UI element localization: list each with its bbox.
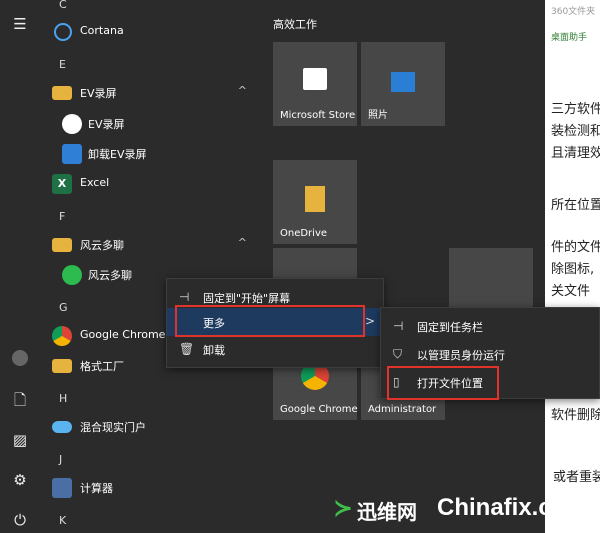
doc-line: 所在位置, — [551, 198, 600, 213]
letter-header[interactable]: K — [59, 514, 66, 527]
doc-line: 件的文件 — [551, 240, 600, 255]
chrome-icon — [52, 326, 72, 346]
app-label: Excel — [80, 176, 110, 189]
app-label: 计算器 — [80, 482, 113, 495]
menu-item-uninstall[interactable]: 🗑 卸载 — [167, 335, 383, 363]
letter-header[interactable]: E — [59, 58, 66, 71]
app-label: 风云多聊 — [88, 269, 132, 282]
watermark-en: Chinafix.com — [437, 494, 588, 521]
tile-label: Google Chrome — [280, 404, 358, 415]
doc-line: 除图标, — [551, 262, 595, 277]
folder-fengyun[interactable]: 风云多聊 ^ — [52, 232, 257, 258]
menu-item-label: 固定到任务栏 — [417, 321, 483, 334]
calculator-icon — [52, 478, 72, 498]
letter-header[interactable]: C — [59, 0, 67, 11]
letter-header[interactable]: G — [59, 301, 68, 314]
tile-group-title[interactable]: 高效工作 — [273, 16, 317, 32]
menu-item-run-as-admin[interactable]: ⛉ 以管理员身份运行 — [381, 340, 599, 368]
watermark-cn: 迅维网 — [357, 500, 417, 524]
folder-icon — [52, 86, 72, 100]
tile-label: 照片 — [368, 110, 388, 121]
doc-line: 或者重装 — [553, 470, 600, 485]
settings-icon[interactable]: ⚙ — [10, 470, 30, 490]
folder-ev[interactable]: EV录屏 ^ — [52, 80, 257, 106]
background-document: 360文件夹 桌面助手 三方软件 装检测和 且清理效 所在位置, 件的文件 除图… — [545, 0, 600, 533]
menu-item-label: 固定到"开始"屏幕 — [203, 292, 291, 305]
user-avatar-icon[interactable] — [10, 348, 30, 368]
tile-microsoft-store[interactable]: Microsoft Store — [273, 42, 357, 126]
folder-icon — [305, 186, 325, 212]
app-label: 风云多聊 — [80, 239, 124, 252]
tiles-panel: 高效工作 Microsoft Store 照片 OneDrive Google … — [265, 0, 545, 533]
letter-header[interactable]: H — [59, 392, 67, 405]
chevron-up-icon: ^ — [237, 236, 247, 249]
app-mixed-reality[interactable]: 混合现实门户 — [52, 414, 257, 440]
mixed-reality-icon — [52, 421, 72, 433]
app-label: Cortana — [80, 24, 124, 37]
start-rail: ☰ 🗋 ▨ ⚙ ⏻ — [0, 0, 40, 533]
app-label: 混合现实门户 — [80, 421, 146, 434]
menu-item-label: 卸载 — [203, 344, 225, 357]
document-icon[interactable]: 🗋 — [10, 390, 30, 410]
letter-header[interactable]: J — [59, 453, 62, 466]
ev-icon — [62, 114, 82, 134]
tile-label: Administrator — [368, 404, 437, 415]
doc-line: 360文件夹 — [551, 7, 596, 17]
watermark: ≻ 迅维网 Chinafix.com — [325, 490, 600, 533]
cortana-icon — [54, 23, 72, 41]
shield-icon: ⛉ — [393, 347, 403, 361]
app-calculator[interactable]: 计算器 — [52, 475, 257, 501]
app-label: 格式工厂 — [80, 360, 124, 373]
photos-icon — [391, 72, 415, 92]
power-icon[interactable]: ⏻ — [10, 510, 30, 530]
chevron-right-icon: > — [364, 314, 375, 328]
tile-photos[interactable]: 照片 — [361, 42, 445, 126]
app-uninstall-ev[interactable]: 卸载EV录屏 — [52, 141, 257, 167]
app-label: EV录屏 — [88, 118, 125, 131]
excel-icon: X — [52, 174, 72, 194]
doc-line: 装检测和 — [551, 124, 600, 139]
tile-blank — [273, 248, 357, 278]
doc-line: 桌面助手 — [551, 33, 588, 43]
app-excel[interactable]: X Excel — [52, 171, 257, 197]
chat-icon — [62, 265, 82, 285]
watermark-logo-icon: ≻ — [333, 494, 354, 522]
tile-label: OneDrive — [280, 228, 328, 239]
menu-item-pin-taskbar[interactable]: ⊣ 固定到任务栏 — [381, 312, 599, 340]
app-label: 卸载EV录屏 — [88, 148, 147, 161]
doc-line: 三方软件 — [551, 102, 600, 117]
highlight-box — [175, 305, 365, 337]
app-ev[interactable]: EV录屏 — [52, 111, 257, 137]
app-list: C Cortana E EV录屏 ^ EV录屏 卸载EV录屏 X Excel F… — [40, 0, 265, 533]
app-label: EV录屏 — [80, 87, 117, 100]
doc-line: 关文件 — [551, 284, 591, 299]
trash-icon: 🗑 — [179, 342, 195, 356]
doc-line: 软件删除 — [551, 408, 600, 423]
chevron-up-icon: ^ — [237, 84, 247, 97]
doc-line: 且清理效 — [551, 146, 600, 161]
letter-header[interactable]: F — [59, 210, 65, 223]
store-icon — [303, 68, 327, 90]
pin-icon: ⊣ — [179, 290, 190, 304]
pin-icon: ⊣ — [393, 319, 404, 333]
highlight-box — [387, 366, 499, 400]
uninstall-icon — [62, 144, 82, 164]
tile-onedrive[interactable]: OneDrive — [273, 160, 357, 244]
app-cortana[interactable]: Cortana — [52, 19, 257, 45]
app-label: Google Chrome — [80, 328, 166, 341]
tile-label: Microsoft Store — [280, 110, 356, 121]
hamburger-icon[interactable]: ☰ — [10, 14, 30, 34]
pictures-icon[interactable]: ▨ — [10, 430, 30, 450]
folder-icon — [52, 359, 72, 373]
folder-icon — [52, 238, 72, 252]
menu-item-label: 以管理员身份运行 — [417, 349, 505, 362]
